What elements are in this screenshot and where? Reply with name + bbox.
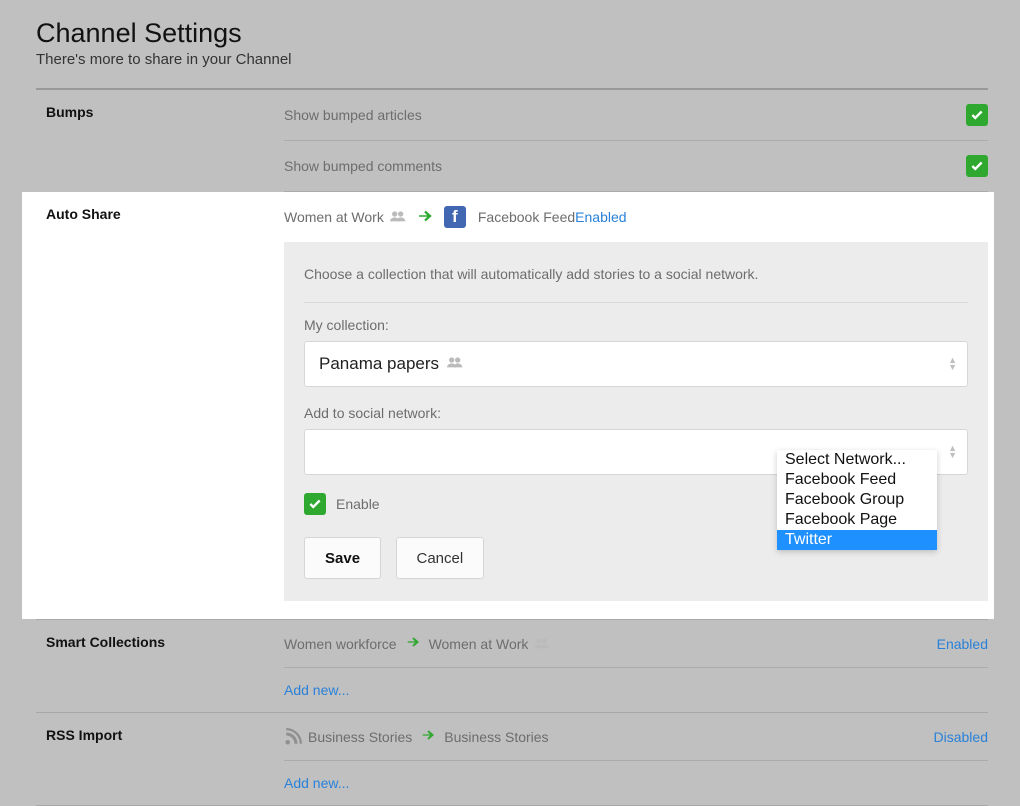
network-dropdown[interactable]: Select Network... Facebook Feed Facebook… [777,450,937,550]
dropdown-option-facebook-feed[interactable]: Facebook Feed [777,470,937,490]
check-icon [970,159,984,173]
dropdown-option-facebook-group[interactable]: Facebook Group [777,490,937,510]
smart-source: Women workforce [284,636,397,652]
enable-checkbox[interactable] [304,493,326,515]
section-label-rss: RSS Import [36,713,284,743]
arrow-right-icon [420,727,436,746]
check-icon [308,497,322,511]
dropdown-option-twitter[interactable]: Twitter [777,530,937,550]
facebook-icon: f [444,206,466,228]
smart-destination: Women at Work [429,636,529,652]
rss-source: Business Stories [308,729,412,745]
section-autoshare: Auto Share Women at Work f Facebook Feed… [22,192,994,619]
people-icon [390,209,406,225]
section-label-autoshare: Auto Share [36,192,284,222]
rss-status-link[interactable]: Disabled [934,729,988,745]
collection-select[interactable]: Panama papers ▲▼ [304,341,968,387]
cancel-button[interactable]: Cancel [396,537,485,579]
bumped-articles-text: Show bumped articles [284,107,966,123]
bumped-comments-text: Show bumped comments [284,158,966,174]
config-description: Choose a collection that will automatica… [304,266,968,282]
section-label-smart: Smart Collections [36,620,284,650]
smart-addnew-link[interactable]: Add new... [284,682,349,698]
people-icon [447,355,463,373]
collection-select-value: Panama papers [319,354,439,374]
bumped-comments-toggle[interactable] [966,155,988,177]
collection-field-label: My collection: [304,317,968,333]
stepper-icon: ▲▼ [948,445,957,459]
arrow-right-icon [416,207,434,228]
panel-divider [304,302,968,303]
dropdown-option-facebook-page[interactable]: Facebook Page [777,510,937,530]
save-button[interactable]: Save [304,537,381,579]
section-bumps: Bumps Show bumped articles Show bumped c… [36,90,988,192]
arrow-right-icon [405,634,421,653]
section-label-bumps: Bumps [36,90,284,120]
rss-mapping-row: Business Stories Business Stories Disabl… [284,713,988,761]
dropdown-option-select-network[interactable]: Select Network... [777,450,937,470]
autoshare-destination: Facebook Feed [478,209,575,225]
rss-addnew-row: Add new... [284,761,988,805]
smart-status-link[interactable]: Enabled [937,636,988,652]
enable-label: Enable [336,496,380,512]
section-rss-import: RSS Import Business Stories Business Sto… [36,713,988,805]
section-smart-collections: Smart Collections Women workforce Women … [36,620,988,712]
autoshare-status-link[interactable]: Enabled [575,209,626,225]
autoshare-source: Women at Work [284,209,384,225]
smart-addnew-row: Add new... [284,668,988,712]
stepper-icon: ▲▼ [948,357,957,371]
bumped-articles-toggle[interactable] [966,104,988,126]
rss-addnew-link[interactable]: Add new... [284,775,349,791]
people-icon [534,636,550,652]
network-field-label: Add to social network: [304,405,968,421]
check-icon [970,108,984,122]
rss-destination: Business Stories [444,729,548,745]
smart-mapping-row: Women workforce Women at Work Enabled [284,620,988,668]
row-bumped-comments: Show bumped comments [284,141,988,192]
page-title: Channel Settings [36,18,988,49]
row-bumped-articles: Show bumped articles [284,90,988,141]
autoshare-mapping-row: Women at Work f Facebook Feed Enabled [284,192,988,242]
page-subtitle: There's more to share in your Channel [36,51,988,68]
rss-icon [284,728,302,746]
